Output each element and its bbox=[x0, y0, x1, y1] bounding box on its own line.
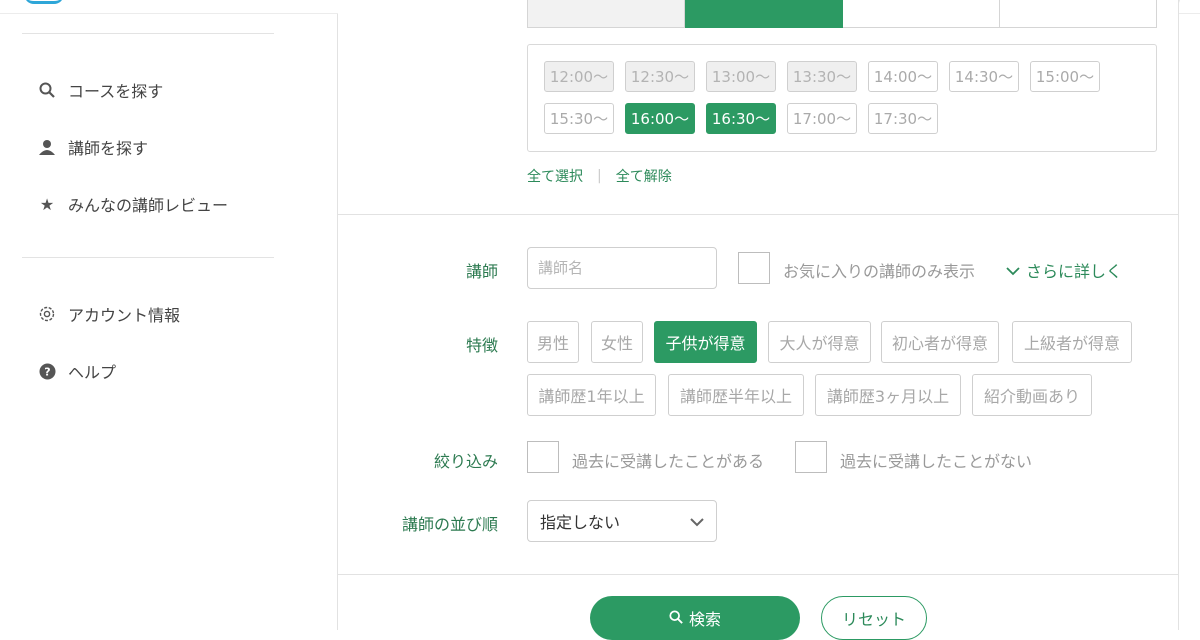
sidebar-item-find-teacher[interactable]: 講師を探す bbox=[38, 135, 148, 159]
not-taken-label: 過去に受講したことがない bbox=[840, 452, 1033, 471]
search-icon bbox=[38, 81, 56, 99]
time-slot: 12:30〜 bbox=[625, 61, 695, 92]
feature-chip[interactable]: 女性 bbox=[591, 321, 643, 363]
taken-before-label: 過去に受講したことがある bbox=[572, 452, 765, 471]
time-slot[interactable]: 16:00〜 bbox=[625, 103, 695, 134]
sidebar-item-label: コースを探す bbox=[68, 82, 164, 101]
features-label: 特徴 bbox=[465, 336, 498, 355]
sidebar-item-label: アカウント情報 bbox=[68, 306, 181, 325]
sidebar-item-account[interactable]: アカウント情報 bbox=[38, 302, 180, 326]
tab-time-range-active[interactable] bbox=[685, 0, 843, 28]
reset-button-label: リセット bbox=[841, 610, 906, 629]
time-slot[interactable]: 16:30〜 bbox=[706, 103, 776, 134]
teacher-name-input[interactable] bbox=[527, 247, 717, 289]
gear-icon bbox=[38, 305, 56, 323]
more-options-link[interactable]: さらに詳しく bbox=[1006, 258, 1122, 282]
taken-before-checkbox[interactable] bbox=[527, 441, 559, 473]
time-slot[interactable]: 14:00〜 bbox=[868, 61, 938, 92]
time-slot[interactable]: 15:30〜 bbox=[544, 103, 614, 134]
star-icon: ★ bbox=[39, 194, 55, 214]
time-slot: 13:30〜 bbox=[787, 61, 857, 92]
divider bbox=[22, 33, 274, 34]
feature-chip[interactable]: 初心者が得意 bbox=[881, 321, 999, 363]
sidebar-item-label: みんなの講師レビュー bbox=[68, 196, 229, 215]
tab-time-range[interactable] bbox=[842, 0, 1000, 28]
chevron-down-icon bbox=[1006, 261, 1020, 280]
time-slot[interactable]: 14:30〜 bbox=[949, 61, 1019, 92]
time-slot[interactable]: 17:30〜 bbox=[868, 103, 938, 134]
time-of-day-tabs bbox=[527, 0, 1157, 28]
teacher-icon bbox=[38, 138, 56, 156]
favorites-only-label: お気に入りの講師のみ表示 bbox=[783, 262, 976, 281]
logo[interactable] bbox=[24, 0, 64, 4]
time-slot: 13:00〜 bbox=[706, 61, 776, 92]
sidebar-item-find-course[interactable]: コースを探す bbox=[38, 78, 163, 102]
search-button[interactable]: 検索 bbox=[590, 596, 800, 640]
favorites-only-checkbox[interactable] bbox=[738, 252, 770, 284]
time-slot-grid: 12:00〜 12:30〜 13:00〜 13:30〜 14:00〜 14:30〜 15:0… bbox=[527, 44, 1157, 152]
feature-chip[interactable]: 大人が得意 bbox=[768, 321, 871, 363]
sidebar-item-label: 講師を探す bbox=[68, 139, 149, 158]
search-button-label: 検索 bbox=[688, 610, 721, 629]
sidebar-item-reviews[interactable]: ★ みんなの講師レビュー bbox=[38, 192, 228, 216]
help-icon: ? bbox=[38, 362, 56, 380]
tab-time-range[interactable] bbox=[999, 0, 1157, 28]
feature-chip[interactable]: 講師歴半年以上 bbox=[668, 374, 804, 416]
chevron-down-icon bbox=[690, 512, 704, 531]
divider bbox=[338, 214, 1179, 215]
select-all-link[interactable]: 全て選択 bbox=[527, 166, 583, 186]
svg-text:?: ? bbox=[44, 365, 50, 378]
feature-chip[interactable]: 講師歴3ヶ月以上 bbox=[815, 374, 961, 416]
feature-chip[interactable]: 講師歴1年以上 bbox=[527, 374, 656, 416]
sort-label: 講師の並び順 bbox=[401, 515, 498, 534]
time-slot[interactable]: 17:00〜 bbox=[787, 103, 857, 134]
sort-select-value: 指定しない bbox=[540, 513, 621, 532]
separator: | bbox=[597, 168, 602, 184]
feature-chip[interactable]: 男性 bbox=[527, 321, 579, 363]
sidebar: コースを探す 講師を探す ★ みんなの講師レビュー アカウント情報 ? ヘルプ bbox=[0, 14, 338, 630]
sidebar-item-help[interactable]: ? ヘルプ bbox=[38, 359, 116, 383]
divider bbox=[22, 257, 274, 258]
more-options-label: さらに詳しく bbox=[1026, 262, 1123, 281]
sort-select[interactable]: 指定しない bbox=[527, 500, 717, 542]
feature-chip[interactable]: 子供が得意 bbox=[654, 321, 757, 363]
tab-time-range[interactable] bbox=[527, 0, 686, 28]
search-panel: 12:00〜 12:30〜 13:00〜 13:30〜 14:00〜 14:30〜 15:0… bbox=[338, 0, 1179, 640]
reset-button[interactable]: リセット bbox=[821, 596, 927, 640]
feature-chip[interactable]: 紹介動画あり bbox=[972, 374, 1092, 416]
feature-chip[interactable]: 上級者が得意 bbox=[1012, 321, 1132, 363]
time-slot[interactable]: 15:00〜 bbox=[1030, 61, 1100, 92]
slot-selection-links: 全て選択 | 全て解除 bbox=[527, 166, 672, 186]
narrow-label: 絞り込み bbox=[433, 452, 498, 471]
teacher-label: 講師 bbox=[465, 262, 498, 281]
not-taken-checkbox[interactable] bbox=[795, 441, 827, 473]
search-icon bbox=[669, 609, 683, 628]
divider bbox=[338, 574, 1179, 575]
clear-all-link[interactable]: 全て解除 bbox=[616, 166, 672, 186]
time-slot: 12:00〜 bbox=[544, 61, 614, 92]
sidebar-item-label: ヘルプ bbox=[68, 363, 117, 382]
